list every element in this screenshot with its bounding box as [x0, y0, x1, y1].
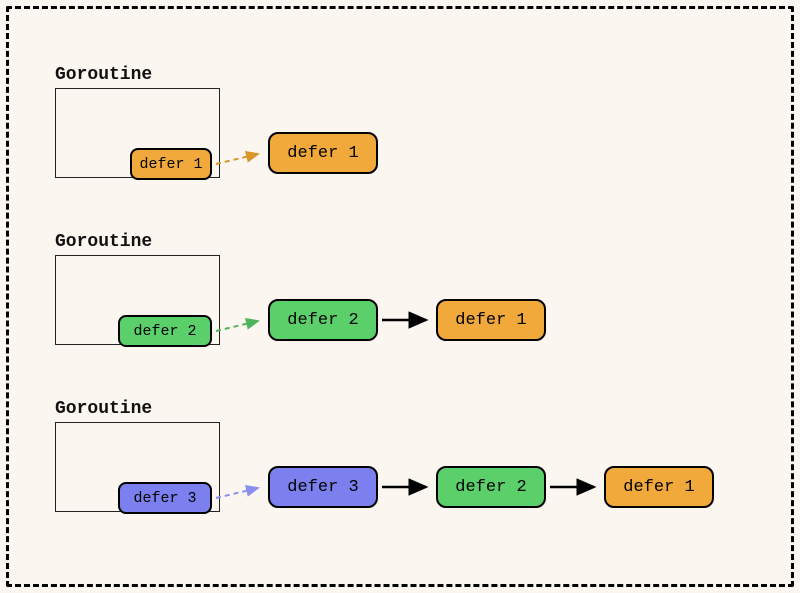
goroutine-label-2: Goroutine: [55, 232, 152, 252]
solid-arrow-3-0: [380, 477, 434, 497]
defer-chain-2-1: defer 1: [436, 299, 546, 341]
defer-chain-2-0: defer 2: [268, 299, 378, 341]
solid-arrow-2-0: [380, 310, 434, 330]
goroutine-label-3: Goroutine: [55, 399, 152, 419]
defer-inner-3: defer 3: [118, 482, 212, 514]
defer-chain-1-0: defer 1: [268, 132, 378, 174]
solid-arrow-3-1: [548, 477, 602, 497]
dashed-arrow-3: [214, 482, 264, 506]
defer-chain-3-1: defer 2: [436, 466, 546, 508]
defer-chain-3-0: defer 3: [268, 466, 378, 508]
dashed-arrow-1: [214, 148, 264, 172]
defer-chain-3-2: defer 1: [604, 466, 714, 508]
goroutine-label-1: Goroutine: [55, 65, 152, 85]
defer-inner-1: defer 1: [130, 148, 212, 180]
defer-inner-2: defer 2: [118, 315, 212, 347]
dashed-arrow-2: [214, 315, 264, 339]
